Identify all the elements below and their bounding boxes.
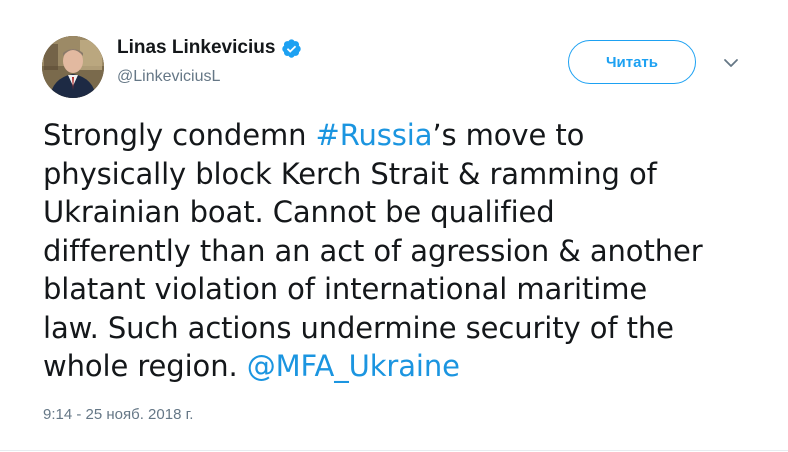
tweet-text-line: law. Such actions undermine security of … bbox=[43, 310, 674, 345]
tweet-text-line: differently than an act of agression & a… bbox=[43, 233, 703, 268]
tweet-text-line: blatant violation of international marit… bbox=[43, 272, 648, 306]
tweet-text: Strongly condemn #Russia’s move to physi… bbox=[43, 116, 763, 386]
profile-photo-avatar-icon bbox=[42, 36, 104, 98]
hashtag-link[interactable]: #Russia bbox=[316, 118, 433, 152]
text-segment: whole region. bbox=[43, 349, 247, 383]
tweet-text-line: physically block Kerch Strait & ramming … bbox=[43, 156, 657, 191]
text-segment: Strongly condemn bbox=[43, 118, 316, 152]
tweet-card: Linas Linkevicius @LinkeviciusL Читать S… bbox=[0, 0, 788, 452]
chevron-down-icon[interactable] bbox=[722, 56, 740, 70]
tweet-text-line: Ukrainian boat. Cannot be qualified bbox=[43, 195, 555, 229]
tweet-text-line: Strongly condemn #Russia’s move to bbox=[43, 116, 763, 155]
divider bbox=[0, 450, 788, 451]
text-segment: ’s move to bbox=[432, 118, 585, 152]
follow-button[interactable]: Читать bbox=[568, 40, 696, 84]
avatar[interactable] bbox=[42, 36, 104, 98]
mention-link[interactable]: @MFA_Ukraine bbox=[247, 349, 460, 383]
tweet-text-line: whole region. @MFA_Ukraine bbox=[43, 347, 763, 386]
verified-badge-icon bbox=[281, 38, 302, 59]
tweet-timestamp[interactable]: 9:14 - 25 нояб. 2018 г. bbox=[43, 406, 193, 423]
author-handle[interactable]: @LinkeviciusL bbox=[117, 68, 220, 86]
author-name[interactable]: Linas Linkevicius bbox=[117, 37, 275, 59]
author-name-row: Linas Linkevicius bbox=[117, 35, 302, 61]
